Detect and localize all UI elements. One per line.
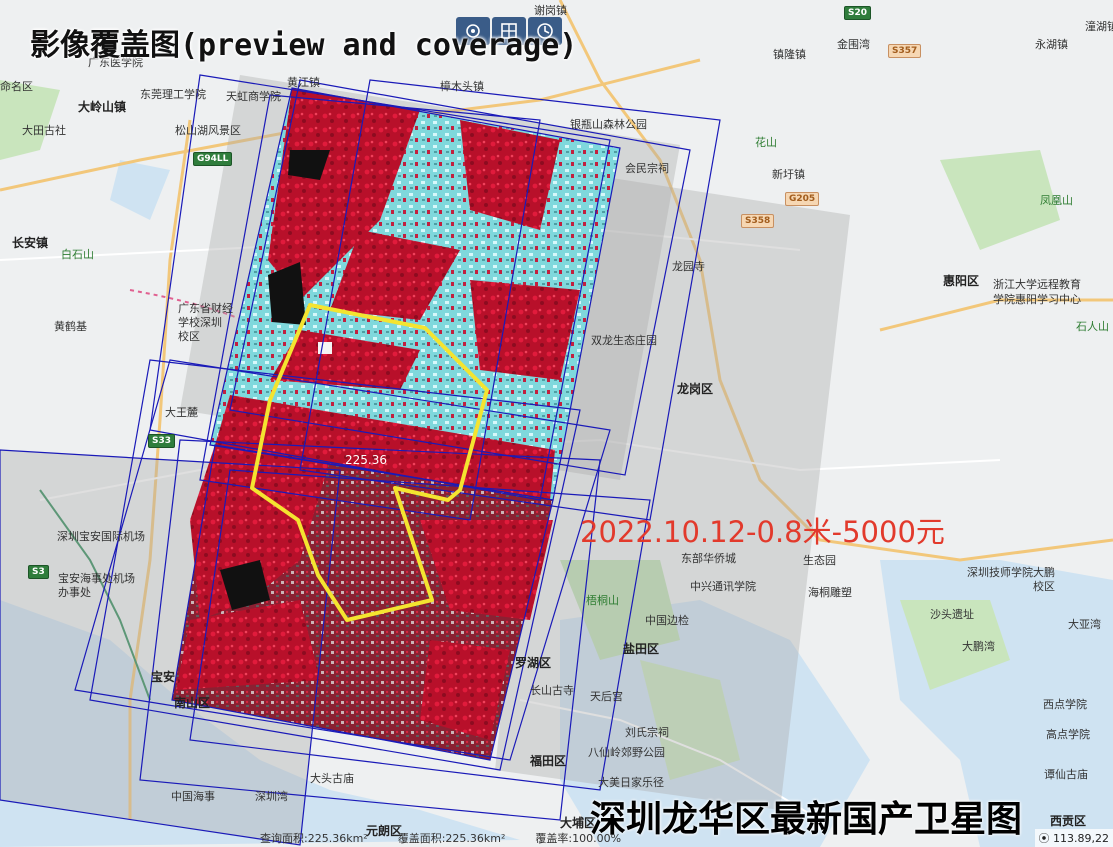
coverage-area-text: 覆盖面积:225.36km² bbox=[397, 832, 506, 845]
road-shield: S357 bbox=[888, 44, 922, 58]
place-label: 花山 bbox=[755, 136, 777, 149]
road-shield: S20 bbox=[844, 6, 872, 20]
place-label: 镇隆镇 bbox=[773, 48, 806, 61]
place-label: 浙江大学远程教育 bbox=[993, 278, 1081, 291]
place-label: 谭仙古庙 bbox=[1044, 768, 1088, 781]
place-label: 凤凰山 bbox=[1040, 194, 1073, 207]
place-label: 潼湖镇 bbox=[1085, 20, 1113, 33]
road-shield: S358 bbox=[741, 214, 775, 228]
place-label: 大头古庙 bbox=[310, 772, 354, 785]
place-label: 深圳宝安国际机场 bbox=[57, 530, 145, 543]
place-label: 深圳湾 bbox=[255, 790, 288, 803]
place-label: 松山湖风景区 bbox=[175, 124, 241, 137]
place-label: 高点学院 bbox=[1046, 728, 1090, 741]
place-label: 大岭山镇 bbox=[78, 100, 127, 114]
place-label: 东部华侨城 bbox=[681, 552, 736, 565]
place-label: 西贡区 bbox=[1050, 814, 1087, 828]
place-label: 学院惠阳学习中心 bbox=[993, 293, 1081, 306]
place-label: 西点学院 bbox=[1043, 698, 1087, 711]
place-label: 大美日家乐径 bbox=[598, 776, 664, 789]
place-label: 中国边检 bbox=[645, 614, 689, 627]
compass-icon: ⦿ bbox=[1038, 832, 1050, 845]
place-label: 天后宫 bbox=[590, 690, 623, 703]
road-shield: S3 bbox=[28, 565, 49, 579]
place-label: 福田区 bbox=[530, 754, 567, 768]
place-label: 大鹏湾 bbox=[962, 640, 995, 653]
map-view[interactable]: 谢岗镇 广东医学院 黄江镇 樟木头镇 金围湾 镇隆镇 永湖镇 潼湖镇 东莞理工学… bbox=[0, 0, 1113, 847]
place-label: 沙头遗址 bbox=[930, 608, 974, 621]
place-label: 樟木头镇 bbox=[440, 80, 484, 93]
image-caption: 深圳龙华区最新国产卫星图 bbox=[590, 799, 1023, 840]
place-label: 大田古社 bbox=[22, 124, 66, 137]
road-shield: S33 bbox=[148, 434, 176, 448]
place-label: 谢岗镇 bbox=[534, 4, 567, 17]
map-canvas[interactable] bbox=[0, 0, 1113, 847]
place-label: 盐田区 bbox=[623, 642, 660, 656]
place-label: 长安镇 bbox=[12, 236, 49, 250]
place-label: 大亚湾 bbox=[1068, 618, 1101, 631]
place-label: 中兴通讯学院 bbox=[690, 580, 756, 593]
road-shield: G94LL bbox=[193, 152, 233, 166]
page-title: 影像覆盖图(preview and coverage) bbox=[30, 28, 578, 63]
place-label: 校区 bbox=[1033, 580, 1055, 593]
coverage-rate-text: 覆盖率:100.00% bbox=[535, 832, 622, 845]
place-label: 天虹商学院 bbox=[226, 90, 281, 103]
place-label: 长山古寺 bbox=[530, 684, 574, 697]
place-label: 八仙岭郊野公园 bbox=[588, 746, 665, 759]
place-label: 黄鹤基 bbox=[54, 320, 87, 333]
place-label: 宝安 bbox=[151, 670, 176, 684]
place-label: 石人山 bbox=[1076, 320, 1109, 333]
coordinate-readout: ⦿ 113.89,22 bbox=[1034, 829, 1113, 847]
place-label: 会民宗祠 bbox=[625, 162, 669, 175]
road-shield: G205 bbox=[785, 192, 820, 206]
place-label: 梧桐山 bbox=[586, 594, 619, 607]
price-annotation: 2022.10.12-0.8米-5000元 bbox=[580, 515, 945, 549]
place-label: 校区 bbox=[178, 330, 200, 343]
place-label: 罗湖区 bbox=[515, 656, 552, 670]
place-label: 大王麓 bbox=[165, 406, 198, 419]
place-label: 刘氏宗祠 bbox=[625, 726, 669, 739]
place-label: 龙园寺 bbox=[672, 260, 705, 273]
place-label: 办事处 bbox=[58, 586, 91, 599]
place-label: 金围湾 bbox=[837, 38, 870, 51]
place-label: 生态园 bbox=[803, 554, 836, 567]
place-label: 海桐雕塑 bbox=[808, 586, 852, 599]
place-label: 中国海事 bbox=[171, 790, 215, 803]
place-label: 黄江镇 bbox=[287, 76, 320, 89]
place-label: 命名区 bbox=[0, 80, 33, 93]
place-label: 龙岗区 bbox=[677, 382, 714, 396]
place-label: 永湖镇 bbox=[1035, 38, 1068, 51]
place-label: 银瓶山森林公园 bbox=[570, 118, 647, 131]
status-bar: 查询面积:225.36km² 覆盖面积:225.36km² 覆盖率:100.00… bbox=[260, 830, 621, 846]
place-label: 惠阳区 bbox=[943, 274, 980, 288]
place-label: 新圩镇 bbox=[772, 168, 805, 181]
coordinate-text: 113.89,22 bbox=[1053, 832, 1109, 845]
center-area-label: 225.36 bbox=[345, 453, 387, 467]
place-label: 双龙生态庄园 bbox=[591, 334, 657, 347]
place-label: 南山区 bbox=[174, 696, 211, 710]
place-label: 东莞理工学院 bbox=[140, 88, 206, 101]
query-area-text: 查询面积:225.36km² bbox=[260, 832, 368, 845]
place-label: 白石山 bbox=[61, 248, 94, 261]
